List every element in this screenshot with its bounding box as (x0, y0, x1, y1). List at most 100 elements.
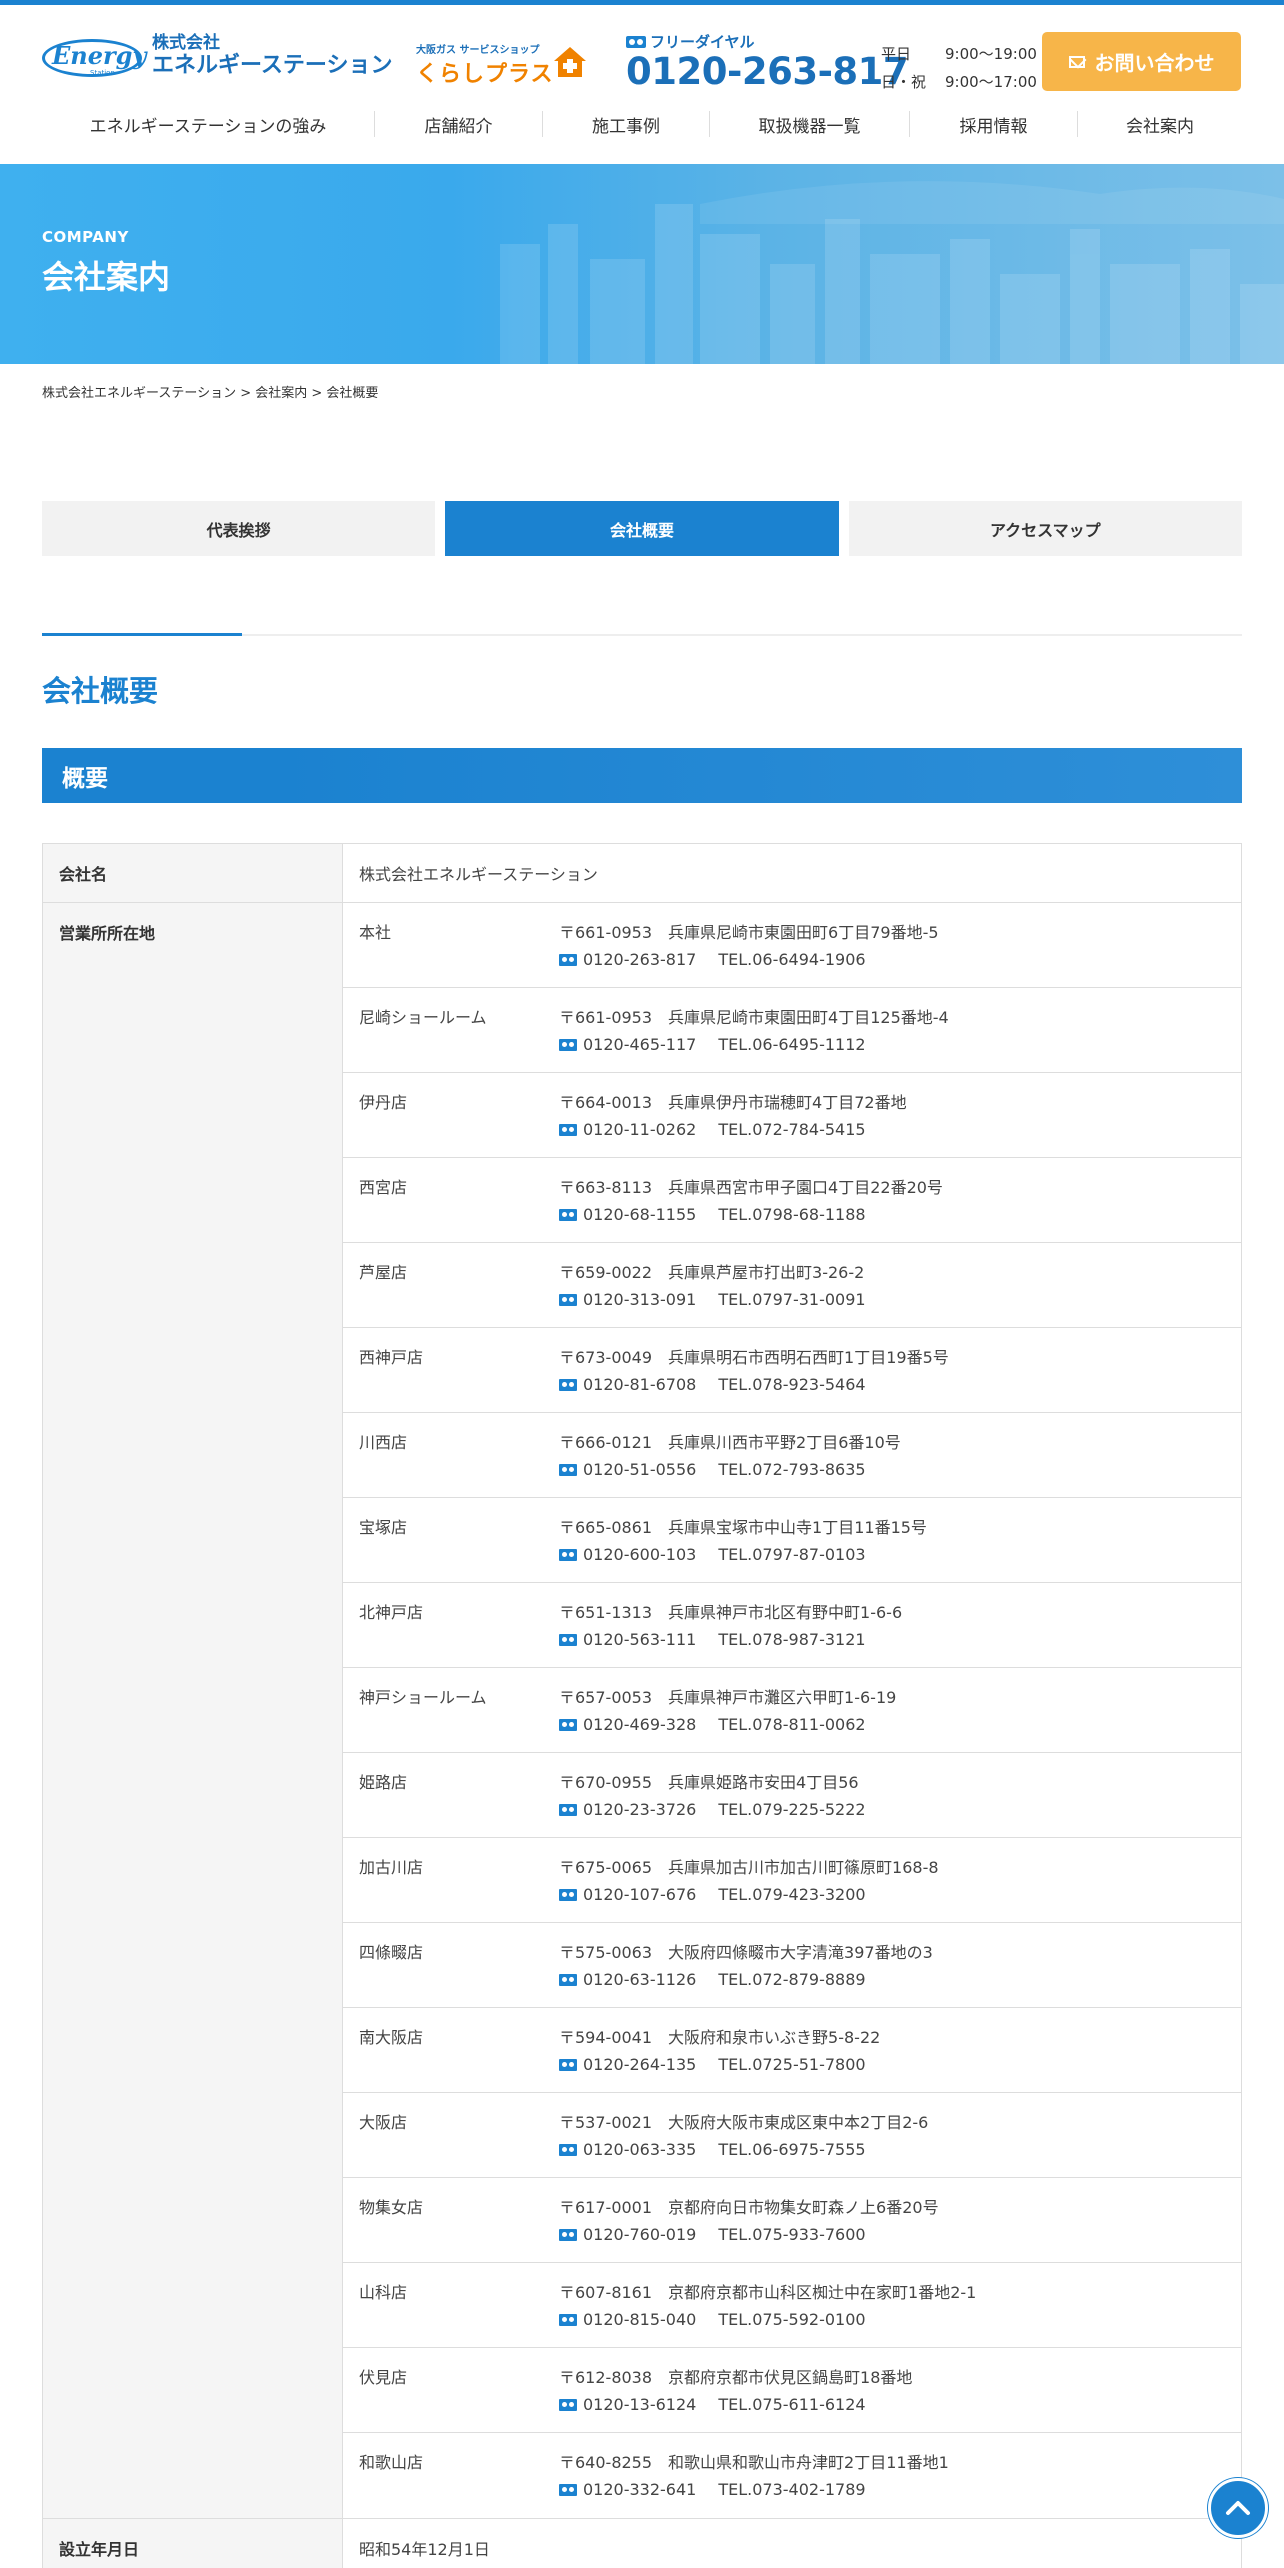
branch-tel[interactable]: TEL.0797-31-0091 (718, 1286, 865, 1313)
page-top-button[interactable] (1208, 2478, 1268, 2538)
company-name-value: 株式会社エネルギーステーション (342, 843, 1242, 903)
branch-details: 〒663-8113 兵庫県西宮市甲子園口4丁目22番20号 0120-68-115… (559, 1174, 943, 1242)
branch-row: 本社 〒661-0953 兵庫県尼崎市東園田町6丁目79番地-5 0120-263-… (343, 903, 1241, 988)
branch-freedial[interactable]: 0120-815-040 (583, 2306, 696, 2333)
branch-details: 〒664-0013 兵庫県伊丹市瑞穂町4丁目72番地 0120-11-0262 TE… (559, 1089, 907, 1157)
tab-overview[interactable]: 会社概要 (445, 501, 839, 556)
branch-name: 西神戸店 (359, 1348, 424, 1367)
branch-details: 〒661-0953 兵庫県尼崎市東園田町6丁目79番地-5 0120-263-81… (559, 919, 939, 987)
branch-tel[interactable]: TEL.0725-51-7800 (718, 2051, 865, 2078)
branch-freedial[interactable]: 0120-23-3726 (583, 1796, 696, 1823)
nav-item-strengths[interactable]: エネルギーステーションの強み (42, 111, 375, 137)
branch-row: 山科店 〒607-8161 京都府京都市山科区椥辻中在家町1番地2-1 0120-8… (343, 2263, 1241, 2348)
freedial-icon (559, 1463, 577, 1476)
branch-tel[interactable]: TEL.06-6975-7555 (718, 2136, 865, 2163)
nav-item-stores[interactable]: 店舗紹介 (375, 111, 543, 137)
nav-item-equipment[interactable]: 取扱機器一覧 (710, 111, 910, 137)
freedial-icon (559, 2058, 577, 2071)
nav-item-cases[interactable]: 施工事例 (543, 111, 710, 137)
branch-tel[interactable]: TEL.072-793-8635 (718, 1456, 865, 1483)
branch-freedial[interactable]: 0120-51-0556 (583, 1456, 696, 1483)
site-logo[interactable]: Energy Station 株式会社 エネルギーステーション (42, 33, 392, 79)
breadcrumb[interactable]: 株式会社エネルギーステーション > 会社案内 > 会社概要 (42, 382, 378, 401)
branch-freedial[interactable]: 0120-600-103 (583, 1541, 696, 1568)
branch-address: 〒594-0041 大阪府和泉市いぶき野5-8-22 (559, 2028, 881, 2047)
freedial-icon (559, 1888, 577, 1901)
branch-address: 〒661-0953 兵庫県尼崎市東園田町4丁目125番地-4 (559, 1008, 949, 1027)
freedial-icon (559, 1633, 577, 1646)
branch-row: 南大阪店 〒594-0041 大阪府和泉市いぶき野5-8-22 0120-264-1… (343, 2008, 1241, 2093)
branch-tel[interactable]: TEL.075-592-0100 (718, 2306, 865, 2333)
established-value: 昭和54年12月1日 (342, 2518, 1242, 2568)
branch-details: 〒661-0953 兵庫県尼崎市東園田町4丁目125番地-4 0120-465-1… (559, 1004, 949, 1072)
branch-tel[interactable]: TEL.0797-87-0103 (718, 1541, 865, 1568)
contact-button[interactable]: お問い合わせ (1042, 32, 1241, 91)
branch-details: 〒675-0065 兵庫県加古川市加古川町篠原町168-8 0120-107-67… (559, 1854, 939, 1922)
company-name: 株式会社 エネルギーステーション (152, 32, 393, 79)
freedial-icon (559, 1718, 577, 1731)
branch-address: 〒663-8113 兵庫県西宮市甲子園口4丁目22番20号 (559, 1178, 943, 1197)
nav-item-recruit[interactable]: 採用情報 (910, 111, 1078, 137)
branch-freedial[interactable]: 0120-264-135 (583, 2051, 696, 2078)
branch-row: 北神戸店 〒651-1313 兵庫県神戸市北区有野中町1-6-6 0120-563-… (343, 1583, 1241, 1668)
branch-freedial[interactable]: 0120-13-6124 (583, 2391, 696, 2418)
branch-name: 大阪店 (359, 2113, 408, 2132)
branch-tel[interactable]: TEL.06-6495-1112 (718, 1031, 865, 1058)
freedial-icon (559, 1293, 577, 1306)
branch-tel[interactable]: TEL.06-6494-1906 (718, 946, 865, 973)
branch-tel[interactable]: TEL.079-225-5222 (718, 1796, 865, 1823)
branch-freedial[interactable]: 0120-332-641 (583, 2476, 696, 2503)
branch-freedial[interactable]: 0120-263-817 (583, 946, 696, 973)
page-hero: COMPANY 会社案内 (0, 164, 1284, 364)
tab-access-map[interactable]: アクセスマップ (848, 501, 1242, 556)
company-info-table: 会社名 株式会社エネルギーステーション 営業所所在地 本社〒661-0953 兵… (42, 843, 1242, 2568)
branch-freedial[interactable]: 0120-107-676 (583, 1881, 696, 1908)
offices-label: 営業所所在地 (42, 902, 343, 2519)
branch-freedial[interactable]: 0120-063-335 (583, 2136, 696, 2163)
table-row: 営業所所在地 本社 〒661-0953 兵庫県尼崎市東園田町6丁目79番地-5 01… (42, 902, 1242, 2519)
branch-freedial[interactable]: 0120-313-091 (583, 1286, 696, 1313)
branch-tel[interactable]: TEL.0798-68-1188 (718, 1201, 865, 1228)
branch-tel[interactable]: TEL.079-423-3200 (718, 1881, 865, 1908)
branch-tel[interactable]: TEL.072-784-5415 (718, 1116, 865, 1143)
branch-freedial[interactable]: 0120-465-117 (583, 1031, 696, 1058)
freedial-number[interactable]: 0120-263-817 (626, 51, 909, 93)
branch-freedial[interactable]: 0120-68-1155 (583, 1201, 696, 1228)
branch-name: 加古川店 (359, 1858, 424, 1877)
branch-row: 神戸ショールーム 〒657-0053 兵庫県神戸市灘区六甲町1-6-19 0120-… (343, 1668, 1241, 1753)
branch-tel[interactable]: TEL.075-611-6124 (718, 2391, 865, 2418)
branch-freedial[interactable]: 0120-760-019 (583, 2221, 696, 2248)
global-nav: エネルギーステーションの強み 店舗紹介 施工事例 取扱機器一覧 採用情報 会社案… (42, 111, 1242, 141)
freedial-block[interactable]: フリーダイヤル 0120-263-817 (626, 31, 909, 93)
freedial-icon (559, 1378, 577, 1391)
tab-greeting[interactable]: 代表挨拶 (42, 501, 436, 556)
branch-address: 〒575-0063 大阪府四條畷市大字清滝397番地の3 (559, 1943, 933, 1962)
branch-details: 〒612-8038 京都府京都市伏見区鍋島町18番地 0120-13-6124 TE… (559, 2364, 912, 2432)
branch-tel[interactable]: TEL.075-933-7600 (718, 2221, 865, 2248)
branch-tel[interactable]: TEL.078-811-0062 (718, 1711, 865, 1738)
branch-tel[interactable]: TEL.072-879-8889 (718, 1966, 865, 1993)
branch-tel[interactable]: TEL.073-402-1789 (718, 2476, 865, 2503)
branch-address: 〒607-8161 京都府京都市山科区椥辻中在家町1番地2-1 (559, 2283, 977, 2302)
nav-item-company[interactable]: 会社案内 (1078, 111, 1242, 137)
branch-freedial[interactable]: 0120-563-111 (583, 1626, 696, 1653)
table-row: 会社名 株式会社エネルギーステーション (42, 843, 1242, 903)
branch-details: 〒666-0121 兵庫県川西市平野2丁目6番10号 0120-51-0556 TE… (559, 1429, 901, 1497)
branch-freedial[interactable]: 0120-469-328 (583, 1711, 696, 1738)
branch-name: 本社 (359, 923, 392, 942)
branch-address: 〒657-0053 兵庫県神戸市灘区六甲町1-6-19 (559, 1688, 897, 1707)
freedial-icon (559, 2228, 577, 2241)
hero-subtitle: COMPANY (42, 228, 129, 246)
branch-row: 姫路店 〒670-0955 兵庫県姫路市安田4丁目56 0120-23-3726 TE… (343, 1753, 1241, 1838)
branch-tel[interactable]: TEL.078-923-5464 (718, 1371, 865, 1398)
branch-freedial[interactable]: 0120-81-6708 (583, 1371, 696, 1398)
branch-tel[interactable]: TEL.078-987-3121 (718, 1626, 865, 1653)
kurashi-plus-logo[interactable]: 大阪ガス サービスショップ くらしプラス (416, 41, 588, 87)
branch-address: 〒617-0001 京都府向日市物集女町森ノ上6番20号 (559, 2198, 939, 2217)
branch-freedial[interactable]: 0120-63-1126 (583, 1966, 696, 1993)
branch-address: 〒675-0065 兵庫県加古川市加古川町篠原町168-8 (559, 1858, 939, 1877)
branch-name: 北神戸店 (359, 1603, 424, 1622)
branch-freedial[interactable]: 0120-11-0262 (583, 1116, 696, 1143)
freedial-label: フリーダイヤル (650, 33, 755, 51)
page-title: 会社案内 (42, 258, 171, 296)
